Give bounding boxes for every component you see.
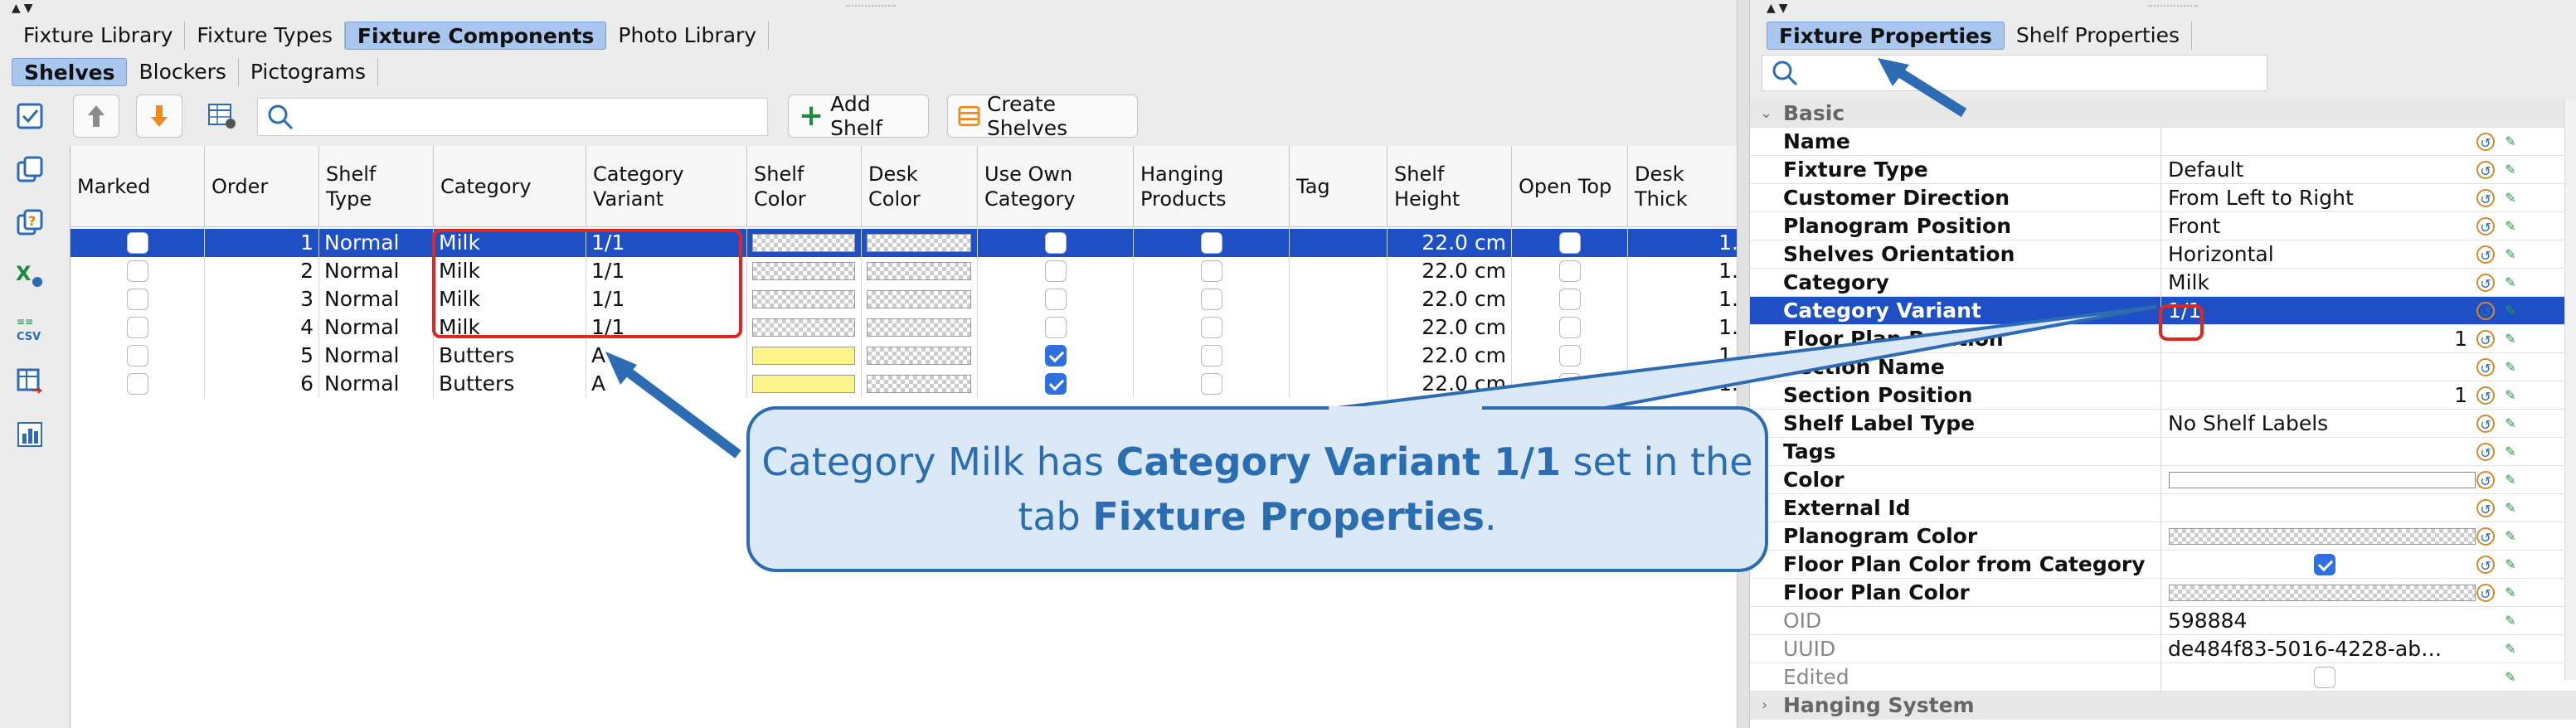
callout-tail <box>1336 305 2157 410</box>
callout-box: Category Milk has Category Variant 1/1 s… <box>746 406 1768 572</box>
callout-pointers <box>605 58 2157 459</box>
callout-text-1: Category Milk has <box>761 439 1116 484</box>
callout-bold-2: Fixture Properties <box>1092 494 1485 539</box>
callout-arrow-right-shaft <box>1889 63 1967 118</box>
callout-arrow-left-shaft <box>612 358 741 459</box>
callout-text-3: . <box>1485 494 1497 539</box>
callout-bold-1: Category Variant 1/1 <box>1115 439 1561 484</box>
